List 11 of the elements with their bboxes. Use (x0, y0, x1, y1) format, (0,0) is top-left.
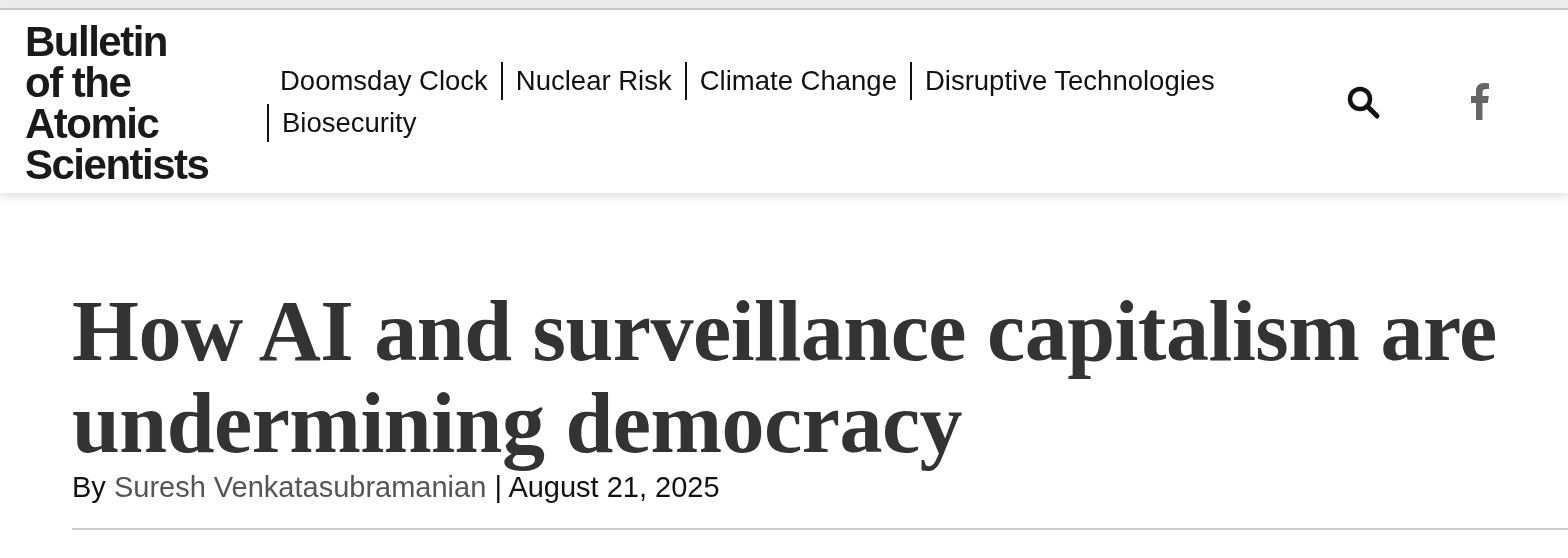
nav-link[interactable]: Climate Change (684, 61, 910, 100)
author-link[interactable]: Suresh Venkatasubramanian (113, 471, 487, 503)
facebook-icon[interactable] (1470, 83, 1492, 120)
site-logo[interactable]: Bulletin of the Atomic Scientists (25, 18, 265, 185)
article-title: How AI and surveillance capitalism are undermining democracy (72, 285, 1498, 469)
nav-link[interactable]: Disruptive Technologies (909, 61, 1228, 100)
nav-link[interactable]: Nuclear Risk (500, 61, 685, 100)
nav-link[interactable]: Doomsday Clock (267, 61, 501, 100)
nav-link[interactable]: Biosecurity (267, 103, 430, 142)
search-icon[interactable] (1347, 85, 1381, 120)
article-byline: By Suresh Venkatasubramanian | August 21, 2025 (72, 471, 721, 504)
